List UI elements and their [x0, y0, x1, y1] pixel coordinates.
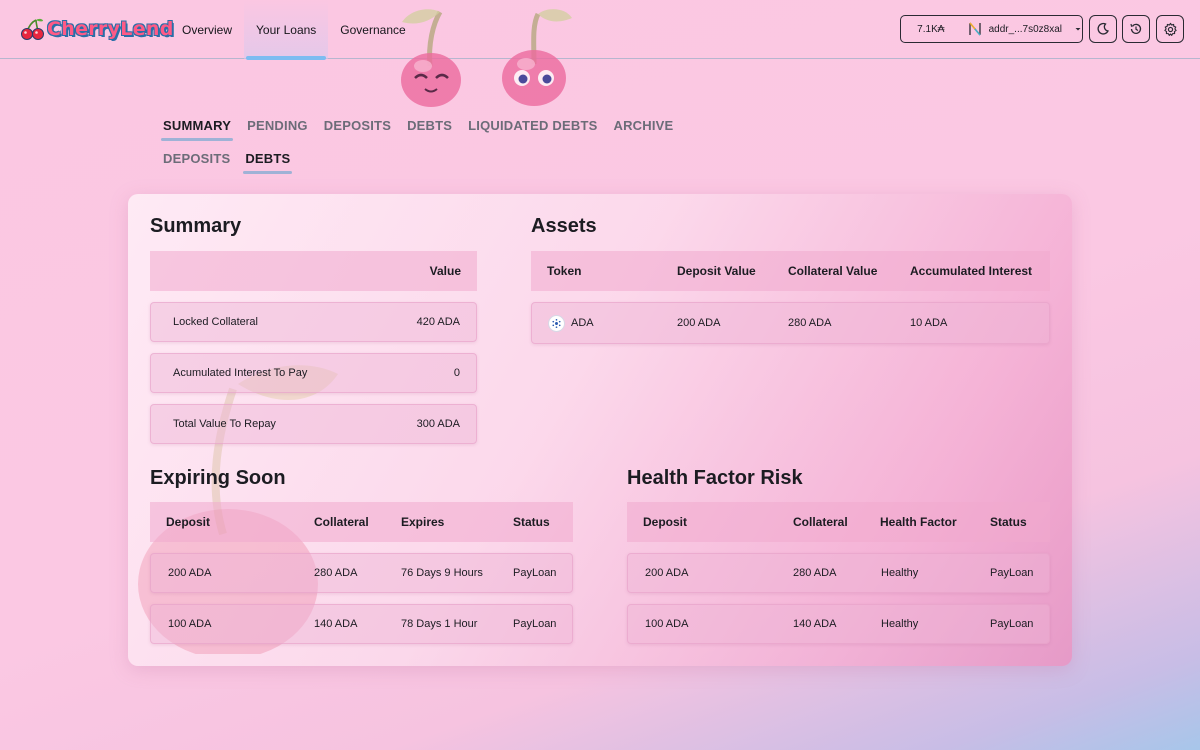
health-factor: Healthy [881, 567, 919, 579]
brand-name: CherryLend [47, 18, 174, 40]
payloan-button[interactable]: PayLoan [990, 618, 1033, 630]
expiring-expires: 78 Days 1 Hour [401, 618, 478, 630]
table-row: Acumulated Interest To Pay 0 [150, 353, 477, 393]
summary-title: Summary [150, 215, 242, 237]
expiring-header-status: Status [513, 515, 550, 529]
expiring-header-deposit: Deposit [166, 515, 211, 529]
table-row: Locked Collateral 420 ADA [150, 302, 477, 342]
tab-pending[interactable]: PENDING [242, 112, 313, 142]
tab-deposits[interactable]: DEPOSITS [319, 112, 396, 142]
loans-tabs: SUMMARY PENDING DEPOSITS DEBTS LIQUIDATE… [158, 112, 684, 142]
health-collateral: 140 ADA [793, 618, 837, 630]
assets-header-collateral: Collateral Value [788, 264, 878, 278]
settings-button[interactable] [1156, 15, 1184, 43]
payloan-button[interactable]: PayLoan [513, 618, 556, 630]
expiring-collateral: 280 ADA [314, 567, 358, 579]
summary-row-label: Acumulated Interest To Pay [173, 367, 308, 379]
summary-header-value: Value [429, 264, 461, 278]
asset-token-name: ADA [571, 317, 594, 329]
payloan-button[interactable]: PayLoan [513, 567, 556, 579]
summary-subtabs: DEPOSITS DEBTS [158, 145, 301, 175]
wallet-address: addr_...7s0z8xal [988, 23, 1062, 35]
nav-governance[interactable]: Governance [328, 0, 417, 59]
table-row: 200 ADA 280 ADA 76 Days 9 Hours PayLoan [150, 553, 573, 593]
summary-row-value: 420 ADA [416, 316, 460, 328]
assets-header-token: Token [547, 264, 582, 278]
expiring-title: Expiring Soon [150, 467, 286, 489]
expiring-expires: 76 Days 9 Hours [401, 567, 483, 579]
tab-debts[interactable]: DEBTS [402, 112, 457, 142]
nami-wallet-icon [968, 22, 981, 36]
table-row: 100 ADA 140 ADA Healthy PayLoan [627, 604, 1050, 644]
expiring-header-collateral: Collateral [314, 515, 369, 529]
gear-icon [1163, 22, 1177, 36]
history-button[interactable] [1122, 15, 1150, 43]
theme-toggle-button[interactable] [1089, 15, 1117, 43]
table-row: 200 ADA 280 ADA Healthy PayLoan [627, 553, 1050, 593]
health-collateral: 280 ADA [793, 567, 837, 579]
health-header-deposit: Deposit [643, 515, 688, 529]
health-header-factor: Health Factor [880, 515, 957, 529]
tab-archive[interactable]: ARCHIVE [609, 112, 679, 142]
expiring-table-header: Deposit Collateral Expires Status [150, 502, 573, 542]
tab-liquidated-debts[interactable]: LIQUIDATED DEBTS [463, 112, 602, 142]
summary-table-header: Value [150, 251, 477, 291]
moon-icon [1097, 22, 1109, 35]
expiring-deposit: 100 ADA [168, 618, 212, 630]
wallet-balance: 7.1K₳ [917, 23, 945, 35]
health-header-status: Status [990, 515, 1027, 529]
brand-logo[interactable]: CherryLend [21, 15, 174, 43]
nav-your-loans[interactable]: Your Loans [244, 0, 329, 60]
assets-table-header: Token Deposit Value Collateral Value Acc… [531, 251, 1050, 291]
health-factor: Healthy [881, 618, 919, 630]
health-table-header: Deposit Collateral Health Factor Status [627, 502, 1050, 542]
caret-down-icon [1075, 28, 1081, 31]
top-navbar: CherryLend Overview Your Loans Governanc… [0, 0, 1200, 60]
subtab-debts[interactable]: DEBTS [240, 145, 295, 175]
health-title: Health Factor Risk [627, 467, 803, 489]
health-deposit: 100 ADA [645, 618, 689, 630]
expiring-collateral: 140 ADA [314, 618, 358, 630]
summary-row-label: Locked Collateral [173, 316, 258, 328]
table-row: Total Value To Repay 300 ADA [150, 404, 477, 444]
summary-row-label: Total Value To Repay [173, 418, 276, 430]
wallet-address-group: addr_...7s0z8xal [961, 21, 1082, 37]
asset-token-cell: ADA [548, 314, 594, 332]
assets-title: Assets [531, 215, 597, 237]
payloan-button[interactable]: PayLoan [990, 567, 1033, 579]
summary-row-value: 300 ADA [416, 418, 460, 430]
expiring-header-expires: Expires [401, 515, 445, 529]
table-row: ADA 200 ADA 280 ADA 10 ADA [531, 302, 1050, 344]
asset-accumulated-interest: 10 ADA [910, 317, 948, 329]
main-nav: Overview Your Loans Governance [170, 0, 418, 60]
summary-card: Summary Value Locked Collateral 420 ADA … [128, 194, 1072, 666]
health-deposit: 200 ADA [645, 567, 689, 579]
asset-collateral-value: 280 ADA [788, 317, 832, 329]
expiring-deposit: 200 ADA [168, 567, 212, 579]
table-row: 100 ADA 140 ADA 78 Days 1 Hour PayLoan [150, 604, 573, 644]
health-header-collateral: Collateral [793, 515, 848, 529]
summary-row-value: 0 [453, 367, 460, 379]
history-icon [1130, 23, 1142, 34]
assets-header-deposit: Deposit Value [677, 264, 756, 278]
asset-deposit-value: 200 ADA [677, 317, 721, 329]
tab-summary[interactable]: SUMMARY [158, 112, 236, 142]
assets-header-interest: Accumulated Interest [910, 264, 1033, 278]
nav-overview[interactable]: Overview [170, 0, 244, 59]
cherry-icon [21, 18, 44, 40]
wallet-button[interactable]: 7.1K₳ addr_...7s0z8xal [900, 15, 1083, 43]
subtab-deposits[interactable]: DEPOSITS [158, 145, 235, 175]
cardano-icon [548, 314, 565, 332]
